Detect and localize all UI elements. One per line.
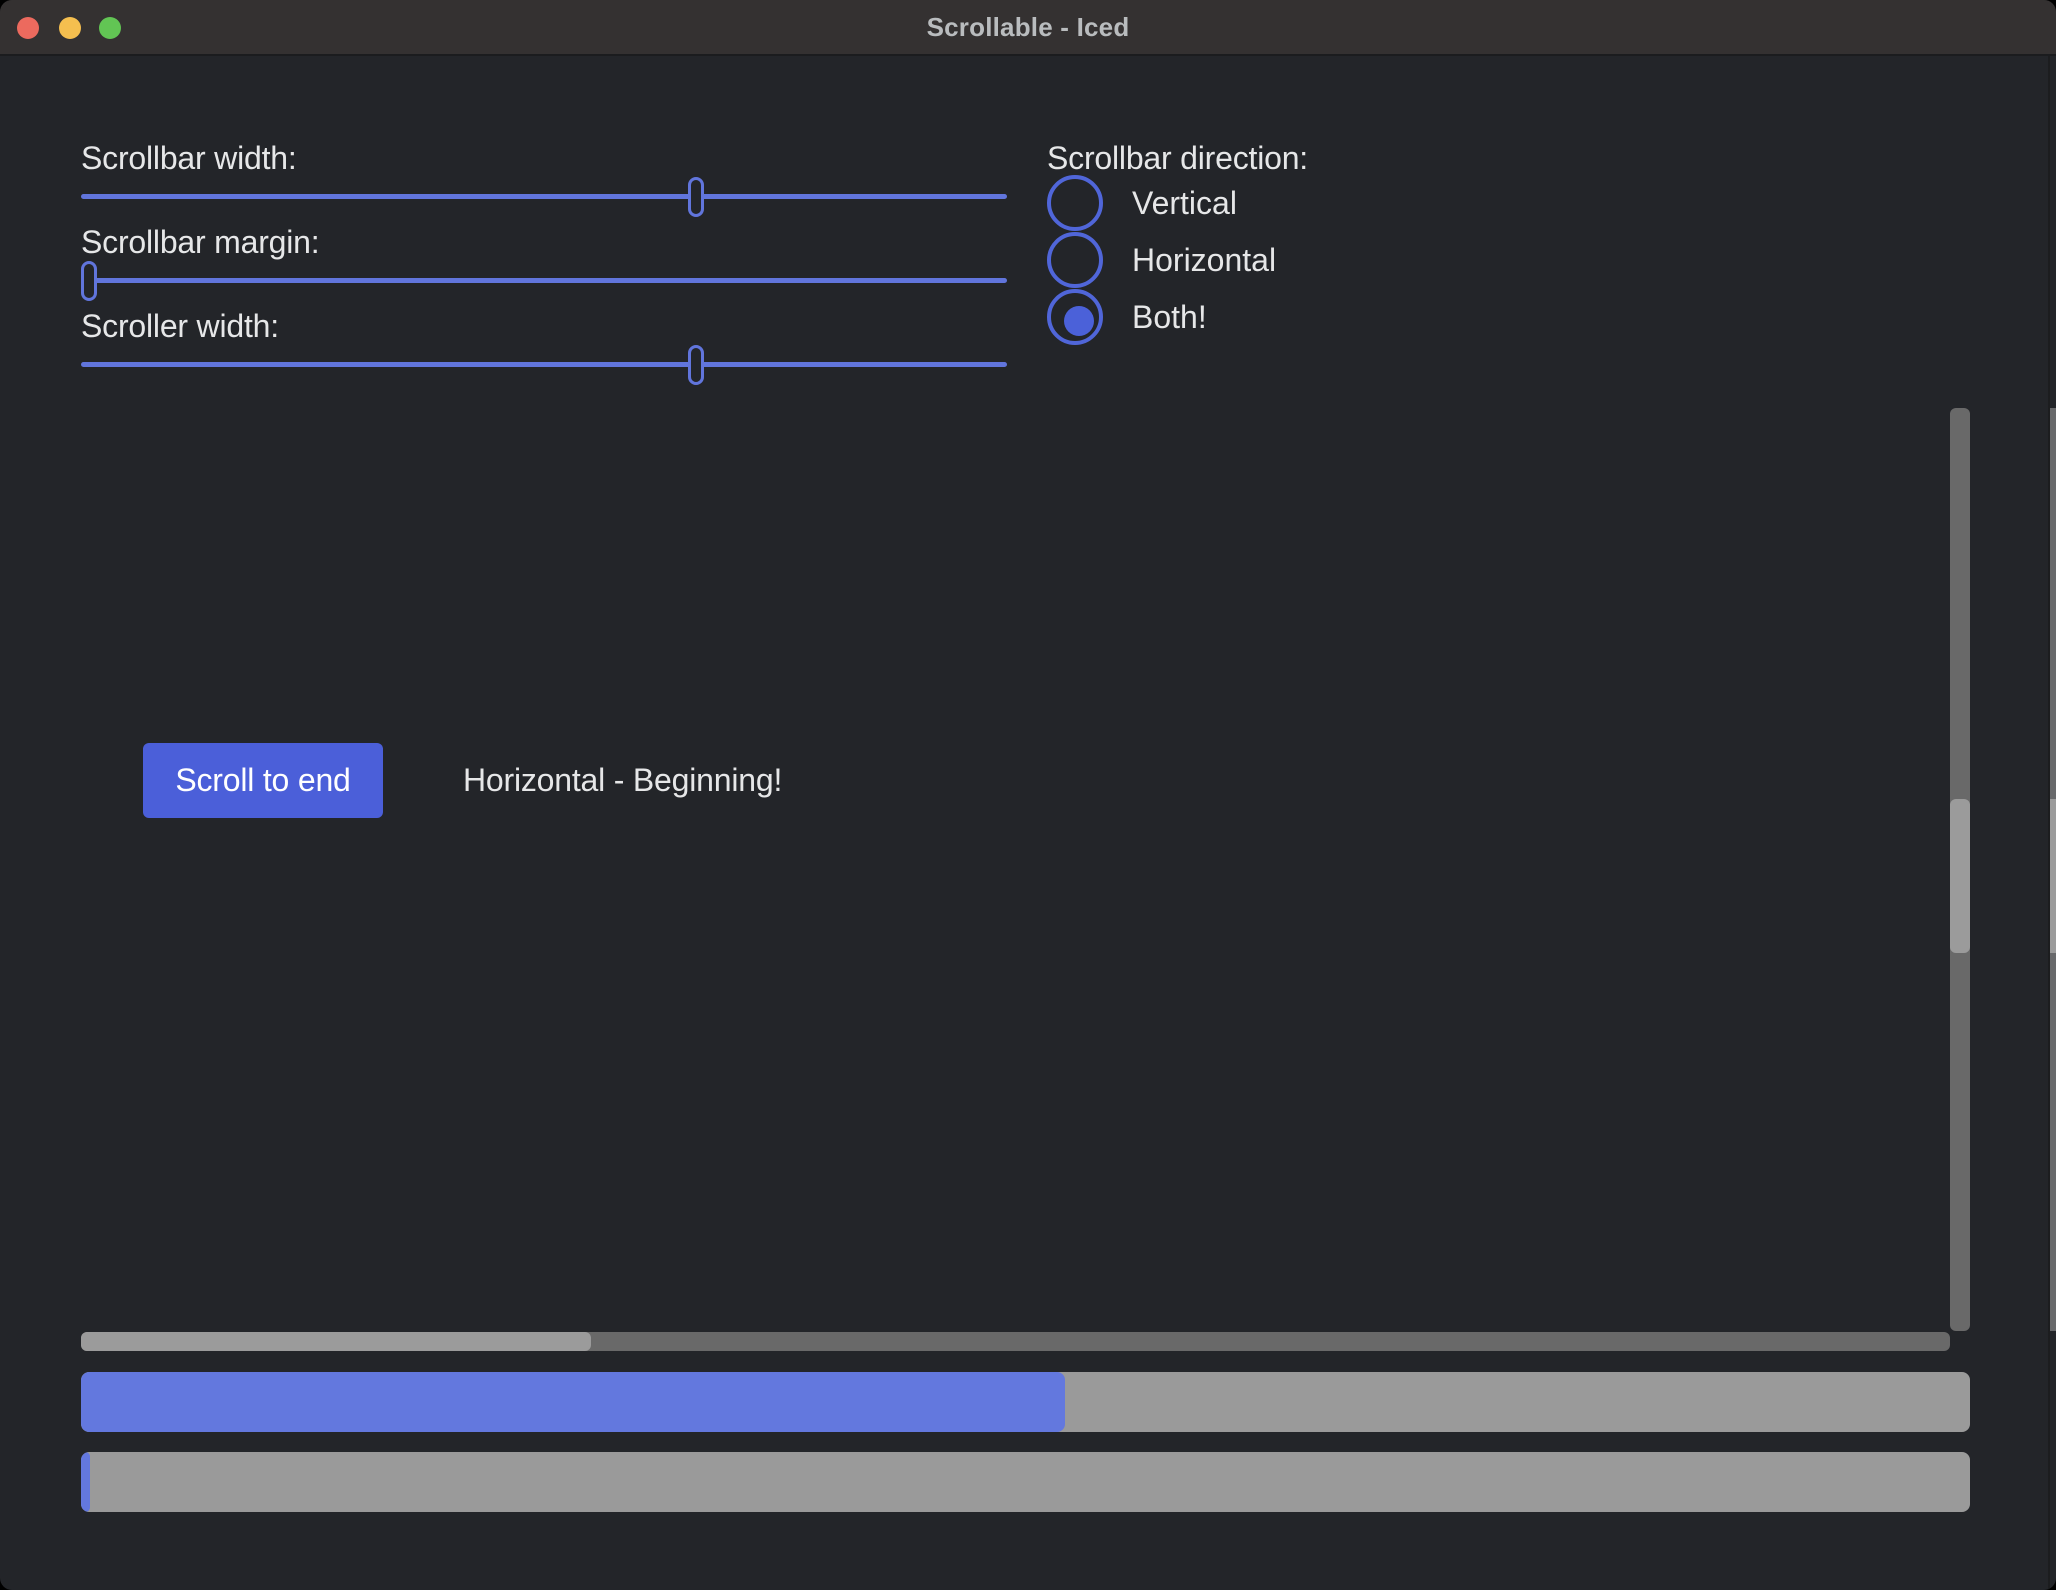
window-title: Scrollable - Iced: [0, 0, 2056, 54]
radio-option-both[interactable]: Both!: [1047, 289, 1447, 346]
scrollbar-width-label: Scrollbar width:: [81, 136, 297, 180]
radio-label: Horizontal: [1132, 238, 1276, 282]
slider-handle[interactable]: [688, 345, 704, 385]
clipped-edge-scrollbar: [2050, 408, 2056, 1331]
vertical-scrollbar-thumb[interactable]: [1950, 799, 1970, 953]
vertical-progress-fill: [81, 1452, 90, 1512]
horizontal-scrollbar-thumb[interactable]: [81, 1332, 591, 1351]
radio-option-horizontal[interactable]: Horizontal: [1047, 232, 1447, 289]
radio-label: Vertical: [1132, 181, 1237, 225]
horizontal-progress-bar: [81, 1372, 1970, 1432]
radio-circle-icon[interactable]: [1047, 175, 1103, 231]
titlebar[interactable]: Scrollable - Iced: [0, 0, 2056, 56]
scroller-width-slider[interactable]: [81, 343, 1007, 387]
slider-handle[interactable]: [688, 177, 704, 217]
scrollbar-width-slider[interactable]: [81, 175, 1007, 219]
radio-circle-icon[interactable]: [1047, 289, 1103, 345]
slider-handle[interactable]: [81, 261, 97, 301]
app-window: Scrollable - Iced Scrollbar width: Scrol…: [0, 0, 2056, 1590]
vertical-progress-bar: [81, 1452, 1970, 1512]
horizontal-scrollbar[interactable]: [81, 1332, 1950, 1351]
radio-label: Both!: [1132, 295, 1207, 339]
scroll-status-text: Horizontal - Beginning!: [463, 758, 782, 802]
vertical-scrollbar[interactable]: [1950, 408, 1970, 1331]
horizontal-progress-fill: [81, 1372, 1065, 1432]
scrollbar-margin-slider[interactable]: [81, 259, 1007, 303]
scroll-to-end-button[interactable]: Scroll to end: [143, 743, 383, 818]
radio-option-vertical[interactable]: Vertical: [1047, 175, 1447, 232]
scroller-width-label: Scroller width:: [81, 304, 279, 348]
scrollbar-direction-label: Scrollbar direction:: [1047, 136, 1308, 180]
radio-dot-icon: [1064, 306, 1094, 336]
radio-circle-icon[interactable]: [1047, 232, 1103, 288]
clipped-edge-scrollbar-thumb: [2050, 799, 2056, 953]
scrollbar-margin-label: Scrollbar margin:: [81, 220, 319, 264]
